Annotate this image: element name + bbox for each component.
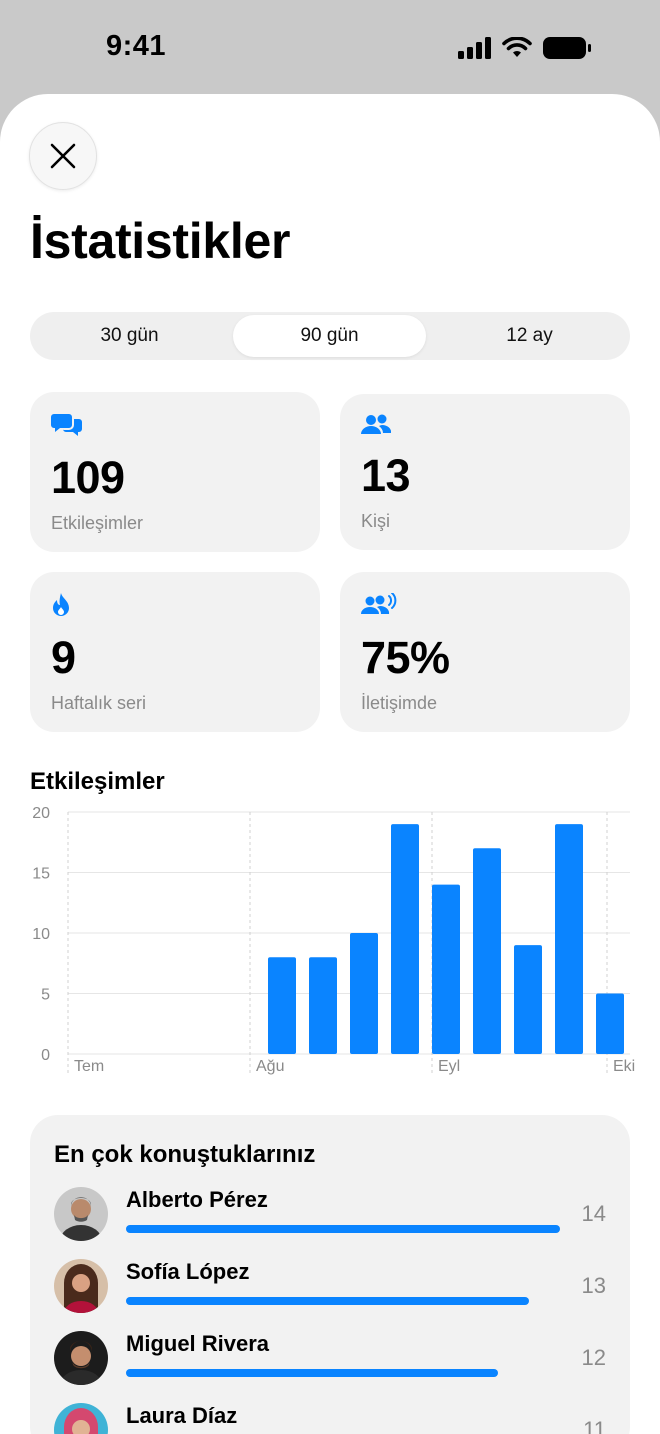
chart-bar bbox=[473, 848, 501, 1054]
contact-bar bbox=[126, 1369, 498, 1377]
flame-icon bbox=[53, 593, 69, 616]
page-title: İstatistikler bbox=[30, 213, 291, 269]
people-wave-icon bbox=[361, 593, 397, 614]
avatar bbox=[54, 1403, 108, 1434]
chart-bar bbox=[391, 824, 419, 1054]
contact-name: Sofía López bbox=[126, 1259, 250, 1284]
x-tick-label: Ağu bbox=[256, 1058, 284, 1075]
avatar bbox=[54, 1331, 108, 1385]
segment-90-days[interactable]: 90 gün bbox=[233, 315, 426, 357]
y-tick-label: 0 bbox=[41, 1047, 50, 1064]
chart-bar bbox=[350, 933, 378, 1054]
x-tick-label: Eki bbox=[613, 1058, 635, 1075]
interactions-chart: 0 5 10 15 20 Tem Ağu Eyl Eki bbox=[32, 805, 635, 1075]
stat-label: Etkileşimler bbox=[51, 513, 144, 533]
people-icon bbox=[361, 414, 391, 434]
y-tick-label: 5 bbox=[41, 987, 50, 1004]
stat-value: 13 bbox=[361, 450, 411, 501]
chart-title: Etkileşimler bbox=[30, 768, 165, 795]
status-icons bbox=[458, 36, 592, 60]
chat-bubbles-icon bbox=[51, 414, 82, 436]
chart-bar bbox=[596, 993, 624, 1054]
stat-card-weekly-streak: 9 Haftalık seri bbox=[30, 572, 320, 732]
chart-bar bbox=[268, 957, 296, 1054]
chart-bar bbox=[309, 957, 337, 1054]
contact-count: 11 bbox=[583, 1417, 606, 1434]
contact-name: Miguel Rivera bbox=[126, 1331, 270, 1356]
wifi-icon bbox=[502, 37, 532, 57]
y-tick-label: 20 bbox=[32, 805, 50, 822]
contact-row[interactable]: Laura Díaz 11 bbox=[30, 1403, 630, 1434]
chart-bar bbox=[514, 945, 542, 1054]
contact-name: Laura Díaz bbox=[126, 1403, 238, 1428]
stat-label: Kişi bbox=[361, 511, 391, 531]
contact-row[interactable]: Miguel Rivera 12 bbox=[30, 1331, 630, 1403]
segment-30-days[interactable]: 30 gün bbox=[33, 315, 226, 357]
contact-count: 12 bbox=[581, 1345, 606, 1370]
contact-row[interactable]: Sofía López 13 bbox=[30, 1259, 630, 1331]
stat-card-in-touch: 75% İletişimde bbox=[340, 572, 630, 732]
y-tick-label: 15 bbox=[32, 866, 50, 883]
stat-label: İletişimde bbox=[361, 693, 438, 713]
battery-icon bbox=[543, 37, 591, 59]
contact-count: 13 bbox=[581, 1273, 606, 1298]
stats-sheet: İstatistikler 30 gün 90 gün 12 ay 109 Et… bbox=[0, 94, 660, 1434]
chart-bar bbox=[555, 824, 583, 1054]
stat-card-people: 13 Kişi bbox=[340, 394, 630, 550]
close-icon bbox=[50, 143, 76, 169]
stat-value: 9 bbox=[51, 632, 76, 683]
stat-value: 75% bbox=[361, 632, 450, 683]
top-contacts-title: En çok konuştuklarınız bbox=[54, 1141, 316, 1168]
period-segmented-control: 30 gün 90 gün 12 ay bbox=[30, 312, 630, 360]
contact-name: Alberto Pérez bbox=[126, 1187, 268, 1212]
stat-label: Haftalık seri bbox=[51, 693, 147, 713]
contact-count: 14 bbox=[581, 1201, 606, 1226]
avatar bbox=[54, 1187, 108, 1241]
segment-12-months[interactable]: 12 ay bbox=[433, 315, 626, 357]
avatar bbox=[54, 1259, 108, 1313]
chart-bar bbox=[432, 884, 460, 1054]
contact-row[interactable]: Alberto Pérez 14 bbox=[30, 1187, 630, 1259]
contact-bar bbox=[126, 1225, 560, 1233]
x-tick-label: Tem bbox=[74, 1058, 104, 1075]
contact-bar bbox=[126, 1297, 529, 1305]
y-tick-label: 10 bbox=[32, 926, 50, 943]
stat-value: 109 bbox=[51, 452, 125, 503]
signal-icon bbox=[458, 37, 491, 59]
top-contacts-card: En çok konuştuklarınız Alberto Pérez 14 bbox=[30, 1115, 630, 1434]
status-time: 9:41 bbox=[106, 30, 167, 62]
stat-card-interactions: 109 Etkileşimler bbox=[30, 392, 320, 552]
close-button[interactable] bbox=[29, 122, 97, 190]
status-bar: 9:41 bbox=[0, 0, 660, 94]
x-tick-label: Eyl bbox=[438, 1058, 460, 1075]
